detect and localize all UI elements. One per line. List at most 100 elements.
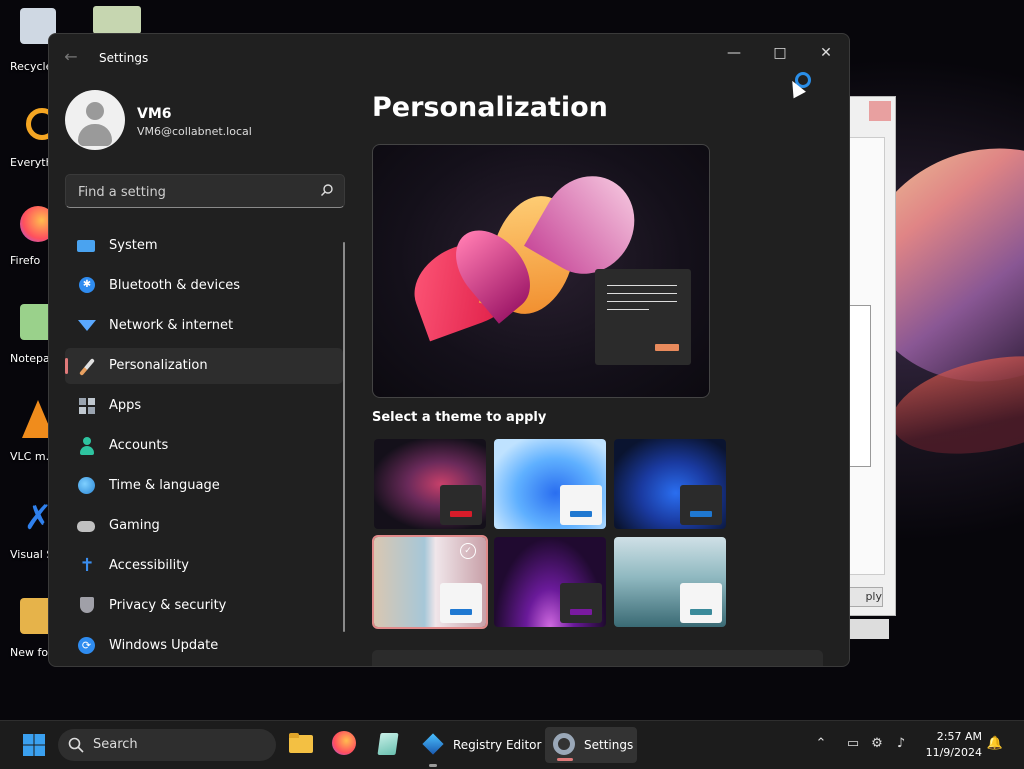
desktop-icon-label: New fo [10,646,49,659]
sidebar-item-system[interactable]: System [65,228,343,264]
background-dialog-close[interactable] [869,101,891,121]
sidebar-item-label: Accessibility [109,558,189,573]
theme-window-mock [440,485,482,525]
desktop-icon-label: Everyth [10,156,53,169]
update-icon: ⟳ [77,637,97,655]
gear-icon [553,733,575,755]
registry-editor-label[interactable]: Registry Editor [453,738,541,752]
theme-grid: ✓ [372,439,732,635]
preview-line [607,285,677,286]
minimize-button[interactable]: — [711,38,757,68]
preview-window-mock [595,269,691,365]
preview-button [655,344,679,351]
close-button[interactable]: ✕ [803,38,849,68]
preview-line [607,309,649,310]
user-name: VM6 [137,106,172,122]
sidebar-item-label: Apps [109,398,142,413]
display-icon[interactable]: ▭ [844,735,862,753]
theme-window-mock [560,583,602,623]
globe-clock-icon [77,477,97,495]
maximize-button[interactable]: □ [757,38,803,68]
sidebar-item-bluetooth[interactable]: ✱ Bluetooth & devices [65,268,343,304]
volume-icon[interactable]: ♪ [892,735,910,753]
search-input[interactable] [76,181,310,203]
avatar-head [86,102,104,120]
sidebar-item-accounts[interactable]: Accounts [65,428,343,464]
running-indicator [429,764,437,767]
clock-time: 2:57 AM [936,730,982,743]
sidebar-item-network[interactable]: Network & internet [65,308,343,344]
page-title: Personalization [372,92,608,123]
preview-line [607,301,677,302]
gamepad-icon [77,517,97,535]
desktop-icon-label: Firefo [10,254,41,267]
theme-card-captured-motion[interactable]: ✓ [372,535,488,629]
back-arrow-icon[interactable]: ← [61,48,81,66]
clock-date: 11/9/2024 [925,746,982,759]
window-title: Settings [99,51,149,65]
sidebar-item-accessibility[interactable]: ✝ Accessibility [65,548,343,584]
sidebar-item-time-language[interactable]: Time & language [65,468,343,504]
sidebar-item-personalization[interactable]: Personalization [65,348,343,384]
taskbar-search-box[interactable]: Search [58,729,276,761]
theme-accent-bar [570,609,592,615]
theme-card-sunrise[interactable] [494,537,606,627]
sidebar-item-label: Time & language [109,478,220,493]
sidebar-scrollbar[interactable] [343,242,345,632]
theme-window-mock [680,485,722,525]
sidebar-item-label: Network & internet [109,318,234,333]
theme-accent-bar [570,511,592,517]
windows-logo-icon [23,734,45,756]
bluetooth-icon: ✱ [77,277,97,295]
start-button[interactable] [16,727,52,763]
shield-icon [77,597,97,615]
sidebar-item-gaming[interactable]: Gaming [65,508,343,544]
sidebar-item-label: Bluetooth & devices [109,278,240,293]
sidebar-item-privacy[interactable]: Privacy & security [65,588,343,624]
theme-accent-bar [450,511,472,517]
sidebar-item-windows-update[interactable]: ⟳ Windows Update [65,628,343,664]
theme-preview [372,144,710,398]
selected-check-icon: ✓ [460,543,476,559]
clock[interactable]: 2:57 AM 11/9/2024 [918,729,982,761]
theme-card-windows-dark[interactable] [614,439,726,529]
select-theme-heading: Select a theme to apply [372,410,547,425]
sidebar-item-label: Windows Update [109,638,219,653]
theme-accent-bar [690,609,712,615]
active-indicator [557,758,573,761]
theme-window-mock [560,485,602,525]
search-icon [68,737,84,753]
notepad-app-icon[interactable] [376,731,402,757]
chevron-up-icon[interactable]: ⌃ [812,735,830,753]
notification-bell-icon[interactable]: 🔔 [986,735,1004,753]
sidebar-item-apps[interactable]: Apps [65,388,343,424]
theme-card-windows-light[interactable] [494,439,606,529]
firefox-icon[interactable] [332,731,358,757]
network-icon[interactable]: ⚙ [868,735,886,753]
taskbar-settings-button[interactable]: Settings [545,727,637,763]
wifi-icon [77,317,97,335]
theme-card-flow[interactable] [614,537,726,627]
theme-accent-bar [690,511,712,517]
title-bar[interactable]: ← Settings — □ ✕ [49,34,849,80]
search-icon[interactable] [320,183,334,197]
background-dialog-field [847,305,871,467]
avatar[interactable] [65,90,125,150]
desktop-icon-label: Notepa [10,352,50,365]
sidebar-nav: System ✱ Bluetooth & devices Network & i… [65,228,343,666]
sidebar-item-label: Privacy & security [109,598,227,613]
apps-icon [77,397,97,415]
registry-editor-icon[interactable] [420,731,446,757]
theme-card-glow[interactable] [374,439,486,529]
user-email: VM6@collabnet.local [137,125,252,138]
find-setting-box[interactable] [65,174,345,208]
desktop-icon-app[interactable] [93,6,141,34]
next-settings-card[interactable] [372,650,823,666]
accessibility-icon: ✝ [79,555,95,576]
settings-window: ← Settings — □ ✕ VM6 VM6@collabnet.local… [48,33,850,667]
sidebar-item-label: System [109,238,158,253]
sidebar-item-label: Personalization [109,358,208,373]
file-explorer-icon[interactable] [288,731,314,757]
background-dialog-apply-button[interactable]: ply [845,587,883,607]
monitor-icon [77,237,97,255]
